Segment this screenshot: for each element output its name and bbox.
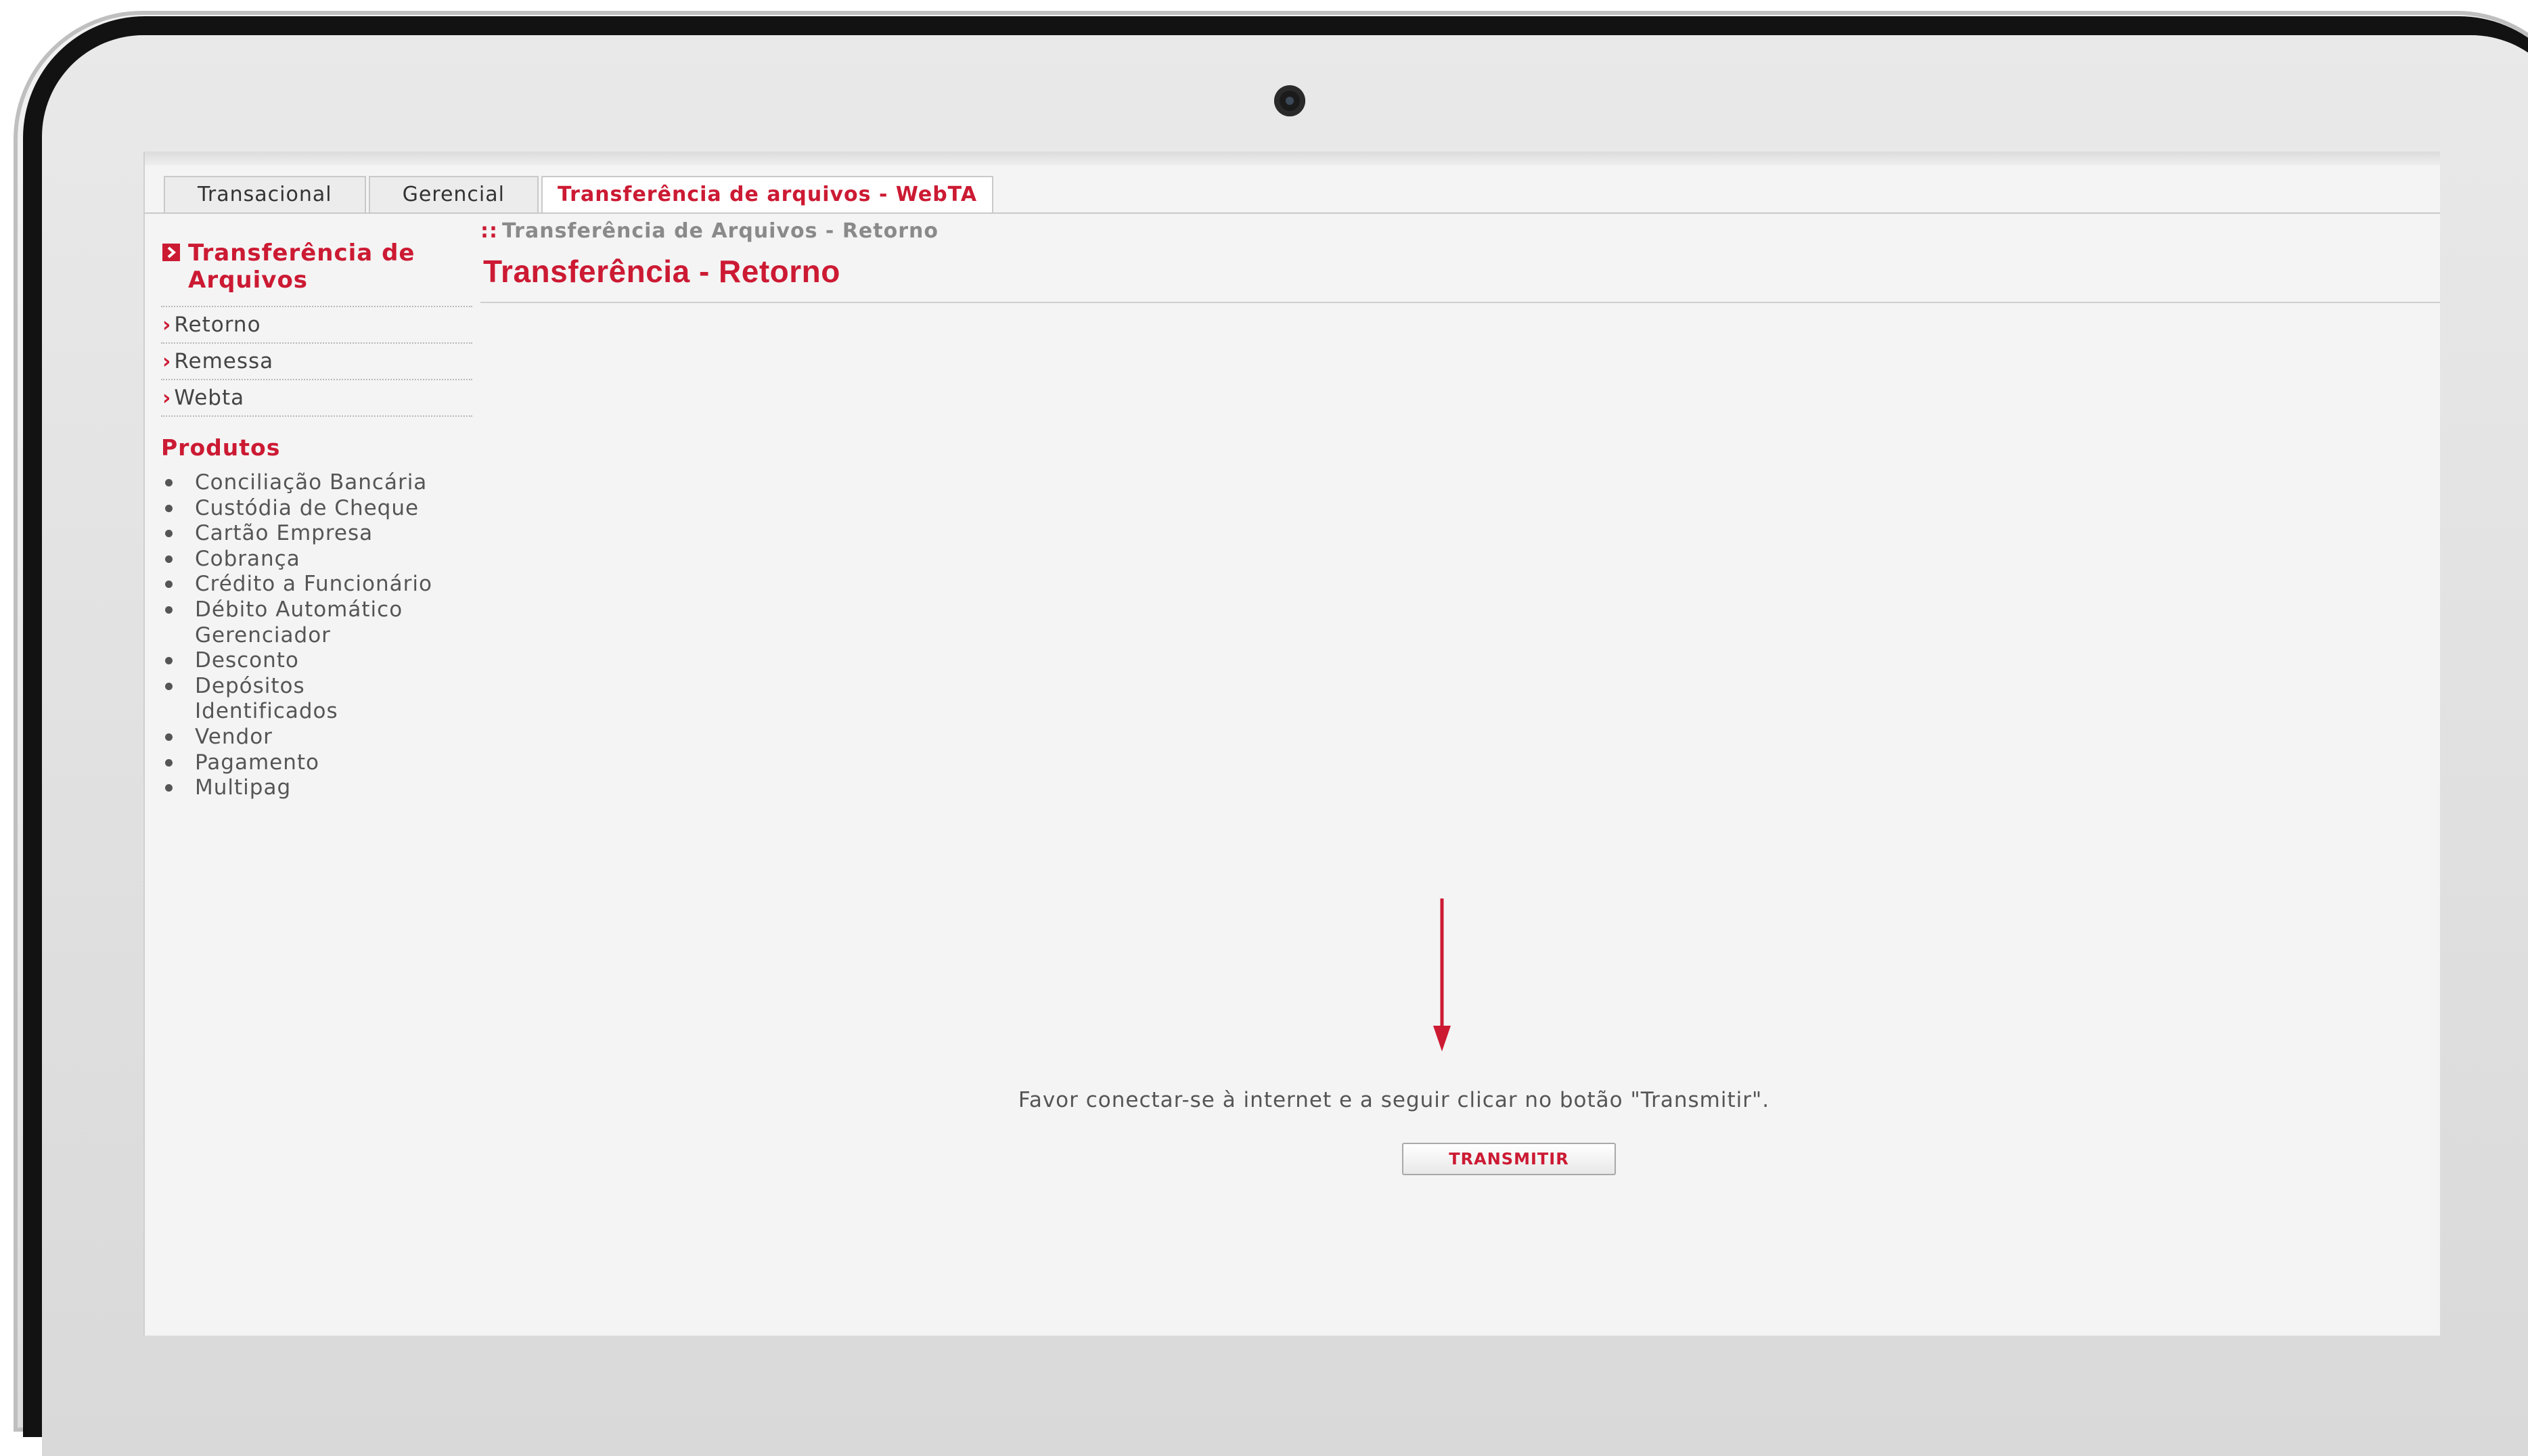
breadcrumb-mark: ::: [480, 219, 498, 243]
sidebar-item-label: Remessa: [174, 349, 274, 373]
produto-label: Conciliação Bancária: [195, 470, 428, 495]
instruction-message: Favor conectar-se à internet e a seguir …: [1018, 1088, 1770, 1112]
bullet-icon: [165, 581, 173, 589]
down-arrow-icon: [1433, 898, 1451, 1051]
tab-gerencial[interactable]: Gerencial: [368, 176, 539, 212]
produto-label: Crédito a Funcionário: [195, 572, 432, 597]
bullet-icon: [165, 606, 173, 614]
produto-label: Desconto: [195, 648, 299, 673]
title-divider: [480, 302, 2440, 303]
sidebar-item-retorno[interactable]: › Retorno: [161, 307, 472, 344]
produto-item[interactable]: Débito Automático Gerenciador: [161, 597, 405, 648]
produto-label: Depósitos Identificados: [195, 673, 338, 724]
browser-screen: Transacional Gerencial Transferência de …: [143, 152, 2440, 1336]
produto-item[interactable]: Crédito a Funcionário: [161, 572, 472, 597]
produto-item[interactable]: Vendor: [161, 725, 472, 750]
produtos-heading: Produtos: [161, 434, 281, 461]
sidebar-item-label: Retorno: [174, 313, 261, 337]
page-title: Transferência - Retorno: [483, 254, 840, 289]
sidebar-title-text: Transferência de Arquivos: [188, 240, 415, 294]
bullet-icon: [165, 479, 173, 486]
sidebar-item-label: Webta: [174, 386, 245, 410]
sidebar: Transferência de Arquivos › Retorno › Re…: [161, 240, 472, 801]
chevron-right-icon: ›: [162, 313, 172, 337]
sidebar-title: Transferência de Arquivos: [161, 240, 472, 294]
chevron-right-icon: ›: [162, 349, 172, 373]
produto-item[interactable]: Pagamento: [161, 750, 472, 776]
produto-label: Cobrança: [195, 546, 300, 571]
produto-item[interactable]: Cobrança: [161, 547, 472, 572]
top-strip: [145, 152, 2440, 165]
breadcrumb: :: Transferência de Arquivos - Retorno: [480, 219, 939, 243]
transmit-button[interactable]: TRANSMITIR: [1402, 1143, 1616, 1175]
produto-item[interactable]: Conciliação Bancária: [161, 470, 472, 496]
tab-transacional[interactable]: Transacional: [164, 176, 366, 212]
produto-item[interactable]: Cartão Empresa: [161, 521, 472, 547]
produto-label: Vendor: [195, 724, 273, 749]
bullet-icon: [165, 758, 173, 767]
bullet-icon: [165, 504, 173, 512]
bullet-icon: [165, 682, 173, 690]
produto-label: Cartão Empresa: [195, 521, 374, 546]
produto-item[interactable]: Custódia de Cheque: [161, 496, 472, 522]
produto-label: Custódia de Cheque: [195, 495, 420, 520]
sidebar-item-remessa[interactable]: › Remessa: [161, 344, 472, 380]
webcam-icon: [1274, 85, 1305, 116]
produto-label: Multipag: [195, 775, 292, 800]
tab-transferencia-webta[interactable]: Transferência de arquivos - WebTA: [541, 176, 994, 212]
produto-item[interactable]: Depósitos Identificados: [161, 674, 398, 725]
sidebar-item-webta[interactable]: › Webta: [161, 380, 472, 417]
breadcrumb-text: Transferência de Arquivos - Retorno: [502, 219, 939, 243]
bullet-icon: [165, 530, 173, 538]
square-chevron-icon: [162, 244, 180, 261]
produto-item[interactable]: Multipag: [161, 775, 472, 801]
tab-bar: Transacional Gerencial Transferência de …: [164, 176, 996, 212]
produtos-list: Conciliação Bancária Custódia de Cheque …: [161, 470, 472, 801]
produto-label: Débito Automático Gerenciador: [195, 597, 403, 647]
produto-item[interactable]: Desconto: [161, 648, 472, 674]
bullet-icon: [165, 555, 173, 563]
produto-label: Pagamento: [195, 750, 320, 775]
bullet-icon: [165, 657, 173, 665]
bullet-icon: [165, 784, 173, 792]
chevron-right-icon: ›: [162, 386, 172, 410]
bullet-icon: [165, 733, 173, 741]
tab-divider: [145, 212, 2440, 214]
